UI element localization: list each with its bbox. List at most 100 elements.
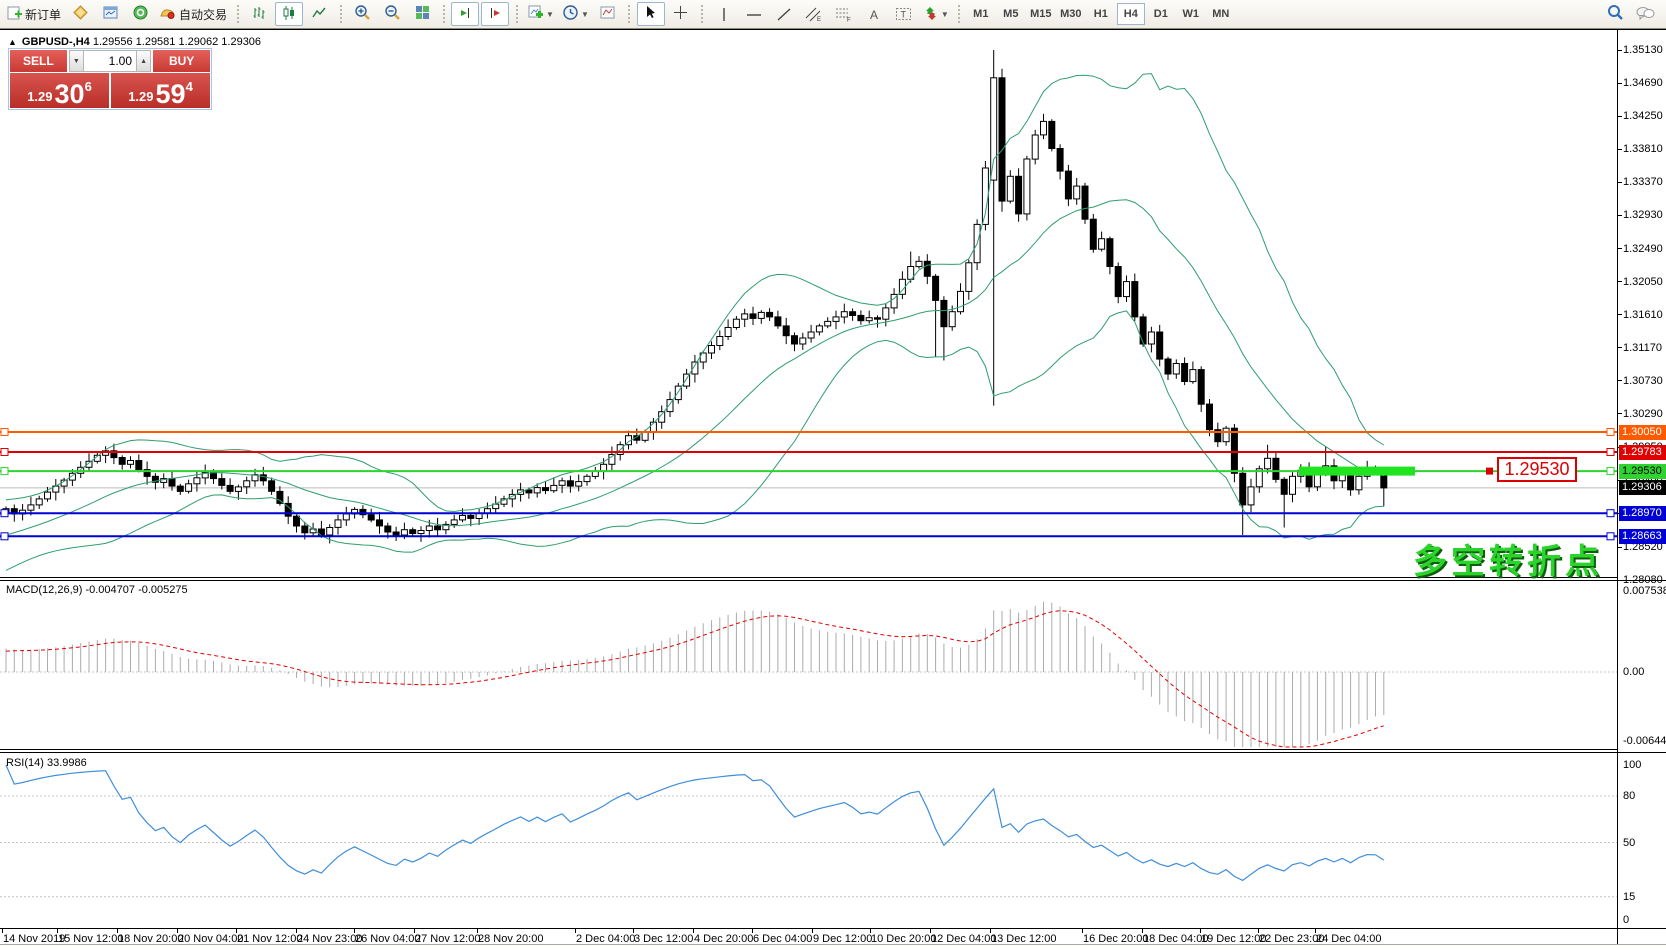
chart-title: ▲GBPUSD-,H4 1.29556 1.29581 1.29062 1.29…: [8, 36, 261, 48]
toolbar-group-objects: ▼ ▼: [521, 0, 625, 28]
price-tick-label: 1.30730: [1623, 375, 1663, 387]
search-button[interactable]: [1601, 2, 1629, 26]
rsi-tick-label: 100: [1623, 759, 1641, 771]
line-chart-button[interactable]: [305, 2, 333, 26]
timeframe-button-m1[interactable]: M1: [967, 3, 995, 25]
line-anchor[interactable]: [1607, 449, 1614, 456]
arrows-button[interactable]: ▼: [920, 2, 952, 26]
equidistant-channel-button[interactable]: E: [800, 2, 828, 26]
line-anchor[interactable]: [1, 510, 8, 517]
search-icon: [1606, 4, 1624, 25]
timeframe-button-d1[interactable]: D1: [1147, 3, 1175, 25]
timeframe-button-m5[interactable]: M5: [997, 3, 1025, 25]
line-anchor[interactable]: [1, 533, 8, 540]
line-drag-handle[interactable]: [1486, 468, 1493, 475]
timeframe-button-m15[interactable]: M15: [1027, 3, 1055, 25]
current-price-tag[interactable]: 1.29306: [1619, 480, 1666, 495]
period-button[interactable]: ▼: [559, 2, 592, 26]
time-tick-label: 10 Dec 20:00: [871, 933, 936, 945]
line-anchor[interactable]: [1607, 510, 1614, 517]
zoom-out-button[interactable]: [378, 2, 406, 26]
navigator-button[interactable]: [126, 2, 154, 26]
crosshair-button[interactable]: [667, 2, 695, 26]
line-anchor[interactable]: [1607, 533, 1614, 540]
indicators-button[interactable]: [594, 2, 622, 26]
buy-price-tile[interactable]: 1.29 59 4: [111, 73, 210, 108]
price-tick-mark: [1617, 248, 1622, 249]
price-label-box[interactable]: 1.29530: [1497, 457, 1577, 482]
line-anchor[interactable]: [1, 429, 8, 436]
rsi-indicator: [6, 765, 1384, 880]
price-level-tag[interactable]: 1.29530: [1619, 464, 1666, 479]
price-level-tag[interactable]: 1.28663: [1619, 529, 1666, 544]
candlestick-chart-button[interactable]: [275, 2, 303, 26]
chart-shift-button[interactable]: [481, 2, 509, 26]
price-level-tag[interactable]: 1.29783: [1619, 445, 1666, 460]
highlight-green-bar[interactable]: [1299, 467, 1415, 476]
market-watch-button[interactable]: [96, 2, 124, 26]
new-chart-icon: [527, 4, 544, 24]
price-tick-mark: [1617, 314, 1622, 315]
price-tick-label: 1.28080: [1623, 574, 1663, 586]
horizontal-line-objects[interactable]: [0, 429, 1617, 540]
horizontal-line-button[interactable]: [740, 2, 768, 26]
volume-increase-button[interactable]: ▲: [136, 50, 151, 72]
bar-chart-button[interactable]: [245, 2, 273, 26]
price-level-tag[interactable]: 1.30050: [1619, 425, 1666, 440]
line-anchor[interactable]: [1, 449, 8, 456]
collapse-panel-icon[interactable]: ▲: [8, 37, 17, 47]
volume-decrease-button[interactable]: ▼: [69, 50, 84, 72]
cursor-button[interactable]: [637, 2, 665, 26]
chart-annotation-text[interactable]: 多空转折点: [1413, 534, 1603, 583]
text-button[interactable]: A: [860, 2, 888, 26]
price-level-tag[interactable]: 1.28970: [1619, 506, 1666, 521]
trendline-button[interactable]: [770, 2, 798, 26]
new-chart-button[interactable]: ▼: [524, 2, 557, 26]
time-tick-label: 18 Nov 20:00: [118, 933, 183, 945]
price-tick-mark: [1617, 149, 1622, 150]
tile-windows-button[interactable]: [408, 2, 436, 26]
buy-button[interactable]: BUY: [153, 50, 210, 72]
mt4-window: 新订单 自动交易: [0, 0, 1666, 950]
timeframe-button-h4[interactable]: H4: [1117, 3, 1145, 25]
chart-area[interactable]: [0, 0, 1666, 950]
toolbar-group-scroll: [448, 0, 512, 28]
svg-text:T: T: [900, 10, 906, 20]
channel-icon: E: [805, 6, 823, 22]
sell-button[interactable]: SELL: [10, 50, 67, 72]
time-tick-label: 24 Nov 23:00: [297, 933, 362, 945]
time-tick-label: 24 Dec 04:00: [1316, 933, 1381, 945]
timeframe-button-m30[interactable]: M30: [1057, 3, 1085, 25]
community-chat-button[interactable]: [1631, 2, 1659, 26]
sell-price-tile[interactable]: 1.29 30 6: [10, 73, 109, 108]
quotes-button[interactable]: [66, 2, 94, 26]
timeframe-button-h1[interactable]: H1: [1087, 3, 1115, 25]
one-click-trading-panel: SELL ▼ ▲ BUY 1.29 30 6 1.29 59 4: [8, 48, 212, 110]
auto-scroll-button[interactable]: [451, 2, 479, 26]
price-tick-label: 1.30290: [1623, 408, 1663, 420]
time-tick-label: 2 Dec 04:00: [576, 933, 635, 945]
symbol-period-label: GBPUSD-,H4: [22, 36, 90, 48]
zoom-in-button[interactable]: [348, 2, 376, 26]
line-anchor[interactable]: [1607, 468, 1614, 475]
price-tick-label: 1.35130: [1623, 44, 1663, 56]
line-anchor[interactable]: [1, 468, 8, 475]
text-label-button[interactable]: T: [890, 2, 918, 26]
new-order-button[interactable]: 新订单: [3, 2, 64, 26]
macd-indicator: [6, 602, 1384, 747]
auto-trading-button[interactable]: 自动交易: [156, 2, 230, 26]
timeframe-button-w1[interactable]: W1: [1177, 3, 1205, 25]
fibonacci-icon: F: [835, 6, 853, 22]
toolbar-group-main: 新订单 自动交易: [0, 0, 233, 28]
sell-price-sup: 6: [85, 79, 92, 94]
time-tick-label: 18 Dec 04:00: [1143, 933, 1208, 945]
timeframe-button-mn[interactable]: MN: [1207, 3, 1235, 25]
fibonacci-button[interactable]: F: [830, 2, 858, 26]
line-anchor[interactable]: [1607, 429, 1614, 436]
time-tick-label: 12 Dec 04:00: [931, 933, 996, 945]
volume-input[interactable]: [84, 50, 136, 72]
price-tick-mark: [1617, 580, 1622, 581]
clock-icon: [562, 4, 579, 24]
new-order-label: 新订单: [25, 6, 61, 23]
vertical-line-button[interactable]: [710, 2, 738, 26]
